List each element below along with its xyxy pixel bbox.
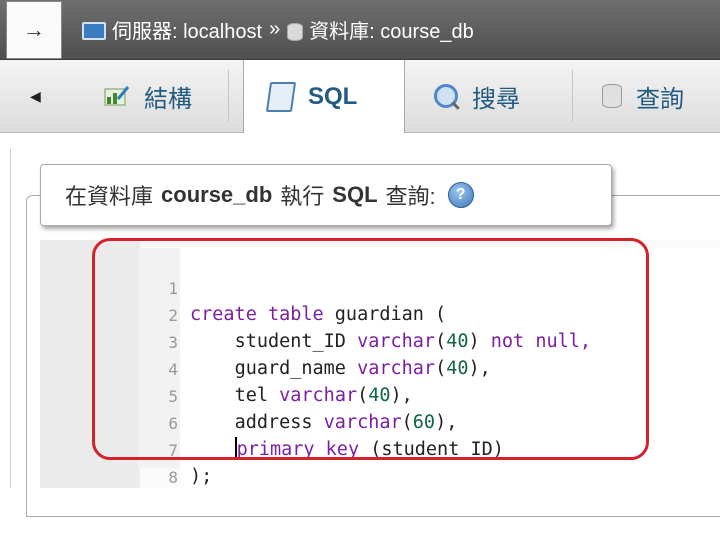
sql-query-legend: 在資料庫 course_db 執行 SQL 查詢: ?	[40, 164, 612, 226]
query-icon	[602, 84, 622, 108]
tab-search[interactable]: 搜尋	[420, 60, 534, 132]
tab-search-label: 搜尋	[472, 85, 520, 113]
breadcrumb-database[interactable]: 資料庫: course_db	[309, 15, 474, 44]
server-icon	[82, 21, 106, 40]
back-button[interactable]: →	[0, 0, 68, 59]
tab-query[interactable]: 查詢	[588, 60, 698, 132]
tab-divider	[228, 70, 229, 122]
triangle-left-icon: ◀	[30, 87, 41, 104]
content-border	[10, 148, 11, 488]
tab-bar: ◀ 結構 SQL 搜尋 查詢	[0, 60, 720, 133]
arrow-right-icon: →	[6, 0, 62, 59]
tab-divider	[572, 70, 573, 122]
tab-structure[interactable]: 結構	[90, 60, 206, 132]
breadcrumb-bar: → 伺服器: localhost » 資料庫: course_db	[0, 0, 720, 60]
legend-mid: 執行	[280, 184, 325, 209]
legend-prefix: 在資料庫	[65, 184, 154, 209]
tab-sql[interactable]: SQL	[243, 60, 405, 133]
code-text: );	[190, 466, 213, 487]
annotation-highlight-box	[92, 238, 649, 460]
structure-icon	[104, 85, 130, 107]
legend-sql: SQL	[332, 182, 378, 207]
database-icon	[287, 22, 304, 41]
help-icon[interactable]: ?	[447, 182, 474, 208]
line-number: 8	[168, 468, 178, 487]
breadcrumb-server[interactable]: 伺服器: localhost	[112, 15, 262, 44]
breadcrumb: 伺服器: localhost » 資料庫: course_db	[82, 0, 474, 59]
breadcrumb-separator: »	[269, 18, 281, 40]
legend-database-name: course_db	[161, 182, 273, 207]
tab-structure-label: 結構	[144, 85, 192, 113]
fieldset-border	[604, 195, 720, 196]
tab-query-label: 查詢	[636, 85, 684, 113]
tab-scroll-left-button[interactable]: ◀	[30, 60, 41, 132]
sql-icon	[265, 81, 297, 112]
search-icon	[434, 84, 458, 108]
tab-sql-label: SQL	[308, 82, 358, 110]
legend-suffix: 查詢:	[385, 184, 436, 209]
